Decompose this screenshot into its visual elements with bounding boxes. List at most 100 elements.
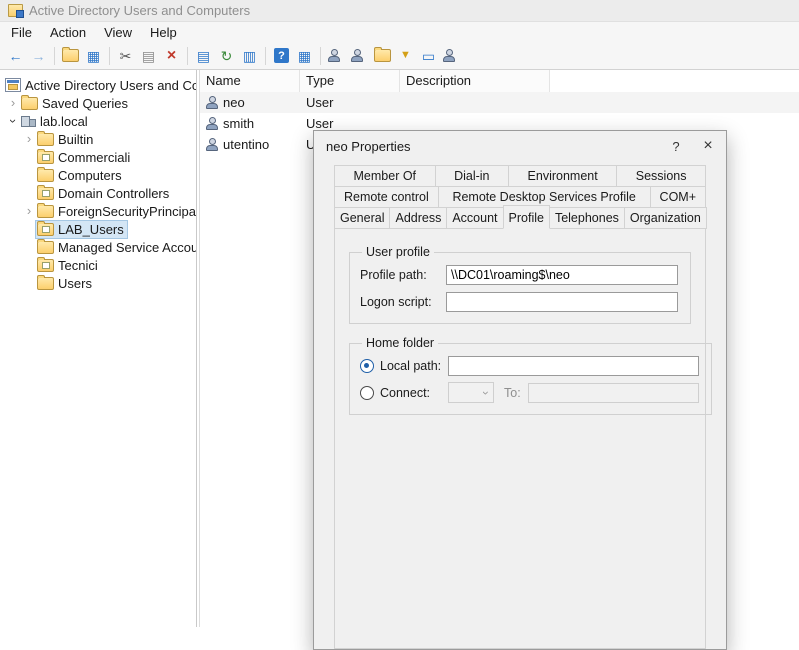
toolbar-separator: [265, 47, 266, 65]
ou-icon: [37, 259, 54, 272]
local-path-radio[interactable]: [360, 359, 374, 373]
tree-item-lab-users[interactable]: LAB_Users: [0, 220, 196, 238]
tree-item-root[interactable]: Active Directory Users and Com: [0, 76, 196, 94]
drive-letter-select[interactable]: ›: [448, 382, 494, 403]
tab-dial-in[interactable]: Dial-in: [435, 165, 509, 187]
tab-row-1: Member Of Dial-in Environment Sessions: [334, 165, 706, 187]
row-type: User: [300, 95, 400, 110]
chevron-right-icon[interactable]: [6, 96, 20, 110]
tab-row-3: General Address Account Profile Telephon…: [334, 207, 706, 229]
delegate-button[interactable]: [440, 44, 463, 67]
folder-icon: [37, 133, 54, 146]
display-options-button[interactable]: ▭: [417, 44, 440, 67]
folder-icon: [37, 169, 54, 182]
folder-icon: [21, 97, 38, 110]
ou-icon: [37, 223, 54, 236]
user-profile-group: User profile Profile path: Logon script:: [349, 245, 691, 324]
tree-item-label: Active Directory Users and Com: [21, 78, 197, 93]
delete-icon: ×: [167, 48, 176, 64]
list-header: Name Type Description: [200, 70, 799, 92]
tree-item-domain-controllers[interactable]: Domain Controllers: [0, 184, 196, 202]
set-filter-icon: ▼: [400, 50, 411, 61]
tab-general[interactable]: General: [334, 207, 390, 229]
tree-item-label: Managed Service Accoun: [54, 240, 197, 255]
tab-telephones[interactable]: Telephones: [549, 207, 625, 229]
display-options-icon: ▭: [422, 49, 435, 63]
titlebar[interactable]: Active Directory Users and Computers: [0, 0, 799, 22]
tree-item-builtin[interactable]: Builtin: [0, 130, 196, 148]
chevron-right-icon[interactable]: [22, 132, 36, 146]
home-folder-group-label: Home folder: [362, 336, 438, 350]
tree-item-tecnici[interactable]: Tecnici: [0, 256, 196, 274]
column-header-name[interactable]: Name: [200, 70, 300, 92]
up-level-icon: [62, 49, 79, 62]
new-user-button[interactable]: [325, 44, 348, 67]
export-list-button[interactable]: ▥: [238, 44, 261, 67]
column-header-description[interactable]: Description: [400, 70, 550, 92]
tab-address[interactable]: Address: [389, 207, 447, 229]
refresh-icon: ↻: [221, 49, 233, 63]
dialog-tabs: Member Of Dial-in Environment Sessions R…: [334, 165, 706, 229]
tree-item-computers[interactable]: Computers: [0, 166, 196, 184]
paste-button[interactable]: ▤: [137, 44, 160, 67]
properties-button[interactable]: ▤: [192, 44, 215, 67]
forward-button[interactable]: →: [27, 44, 50, 67]
tree-item-managed-service-accounts[interactable]: Managed Service Accoun: [0, 238, 196, 256]
dialog-close-button[interactable]: ×: [692, 131, 724, 161]
delete-button[interactable]: ×: [160, 44, 183, 67]
folder-icon: [37, 205, 54, 218]
logon-script-input[interactable]: [446, 292, 678, 312]
set-filter-button[interactable]: ▼: [394, 44, 417, 67]
menu-help[interactable]: Help: [141, 23, 186, 42]
connect-label: Connect:: [380, 386, 448, 400]
tab-member-of[interactable]: Member Of: [334, 165, 436, 187]
tree-item-label: Commerciali: [54, 150, 130, 165]
tree-item-lab-local[interactable]: lab.local: [0, 112, 196, 130]
toolbar-separator: [187, 47, 188, 65]
help-button[interactable]: ?: [270, 44, 293, 67]
menu-file[interactable]: File: [2, 23, 41, 42]
tree-item-commerciali[interactable]: Commerciali: [0, 148, 196, 166]
chevron-right-icon[interactable]: [22, 204, 36, 218]
profile-tab-page: User profile Profile path: Logon script:…: [334, 228, 706, 649]
tab-remote-control[interactable]: Remote control: [334, 186, 439, 208]
up-level-button[interactable]: [59, 44, 82, 67]
dialog-titlebar[interactable]: neo Properties ? ×: [314, 131, 726, 161]
local-path-input[interactable]: [448, 356, 699, 376]
cut-button[interactable]: ✂: [114, 44, 137, 67]
menubar: File Action View Help: [0, 22, 799, 42]
dialog-help-button[interactable]: ?: [660, 131, 692, 161]
new-user-icon: [328, 49, 340, 62]
user-icon: [206, 96, 218, 109]
delegate-icon: [443, 49, 455, 62]
tab-organization[interactable]: Organization: [624, 207, 707, 229]
connect-to-input[interactable]: [528, 383, 699, 403]
column-header-type[interactable]: Type: [300, 70, 400, 92]
tree-item-users[interactable]: Users: [0, 274, 196, 292]
tree-item-label: Domain Controllers: [54, 186, 169, 201]
window-icon: ▦: [298, 49, 311, 63]
help-icon: ?: [274, 48, 289, 63]
tree-item-saved-queries[interactable]: Saved Queries: [0, 94, 196, 112]
back-button[interactable]: ←: [4, 44, 27, 67]
show-console-tree-button[interactable]: ▦: [82, 44, 105, 67]
user-profile-group-label: User profile: [362, 245, 434, 259]
new-ou-icon: [374, 49, 391, 62]
window-button[interactable]: ▦: [293, 44, 316, 67]
chevron-down-icon[interactable]: [6, 114, 20, 128]
profile-path-input[interactable]: [446, 265, 678, 285]
menu-view[interactable]: View: [95, 23, 141, 42]
tab-account[interactable]: Account: [446, 207, 503, 229]
new-ou-button[interactable]: [371, 44, 394, 67]
menu-action[interactable]: Action: [41, 23, 95, 42]
tab-sessions[interactable]: Sessions: [616, 165, 706, 187]
list-row-neo[interactable]: neo User: [200, 92, 799, 113]
tab-profile[interactable]: Profile: [503, 205, 550, 229]
tree-item-foreign-security-principals[interactable]: ForeignSecurityPrincipals: [0, 202, 196, 220]
connect-radio[interactable]: [360, 386, 374, 400]
new-group-button[interactable]: [348, 44, 371, 67]
refresh-button[interactable]: ↻: [215, 44, 238, 67]
user-icon: [206, 117, 218, 130]
tab-environment[interactable]: Environment: [508, 165, 617, 187]
tab-com-plus[interactable]: COM+: [650, 186, 706, 208]
